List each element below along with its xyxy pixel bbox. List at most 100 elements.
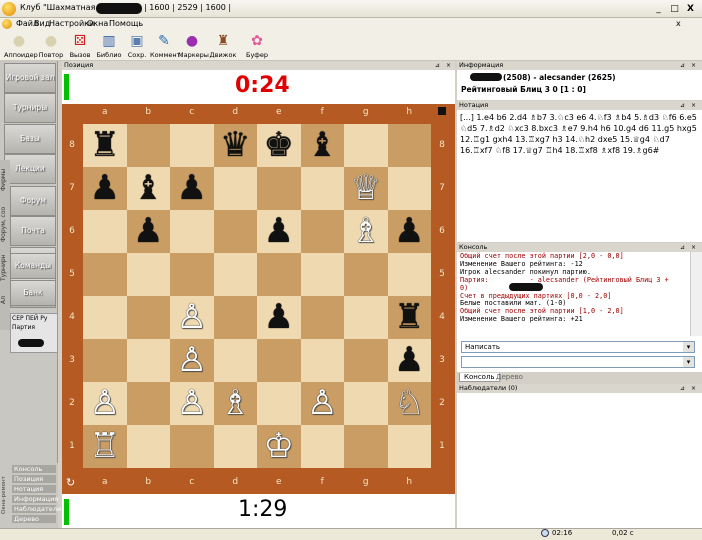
square-c5[interactable]	[170, 253, 214, 296]
black-rook-icon[interactable]: ♜	[388, 296, 432, 339]
white-pawn-icon[interactable]: ♙	[301, 382, 345, 425]
white-knight-icon[interactable]: ♘	[388, 382, 432, 425]
square-f7[interactable]	[300, 167, 344, 210]
square-h1[interactable]	[387, 425, 431, 468]
sidebar-window-link-0[interactable]: Консоль	[12, 465, 56, 474]
square-g1[interactable]	[344, 425, 388, 468]
square-d1[interactable]	[213, 425, 257, 468]
chevron-down-icon[interactable]: ▾	[683, 342, 694, 352]
square-g2[interactable]	[344, 382, 388, 425]
console-scrollbar[interactable]	[690, 252, 702, 336]
flip-board-icon[interactable]: ↻	[66, 477, 78, 489]
square-h8[interactable]	[387, 124, 431, 167]
black-pawn-icon[interactable]: ♟	[388, 210, 432, 253]
black-pawn-icon[interactable]: ♟	[388, 339, 432, 382]
square-a3[interactable]	[83, 339, 127, 382]
close-panel-icon[interactable]: ×	[691, 102, 696, 109]
sidebar-button-9[interactable]: Банк	[10, 280, 56, 306]
square-h7[interactable]	[387, 167, 431, 210]
square-a6[interactable]	[83, 210, 127, 253]
sidebar-window-link-1[interactable]: Позиция	[12, 475, 56, 484]
black-pawn-icon[interactable]: ♟	[257, 296, 301, 339]
message-input[interactable]: ▾	[461, 356, 695, 368]
square-g5[interactable]	[344, 253, 388, 296]
sidebar-window-link-2[interactable]: Нотация	[12, 485, 56, 494]
square-e3[interactable]	[257, 339, 301, 382]
toolbar-button-5[interactable]: ✎ Коммент.	[150, 31, 183, 60]
white-pawn-icon[interactable]: ♙	[170, 296, 214, 339]
close-panel-icon[interactable]: ×	[691, 385, 696, 392]
white-rook-icon[interactable]: ♖	[83, 425, 127, 468]
minimize-button[interactable]: _	[652, 3, 665, 15]
pin-icon[interactable]: ⊿	[680, 102, 685, 109]
menu-windows[interactable]: Окна	[87, 19, 108, 28]
pin-icon[interactable]: ⊿	[435, 62, 440, 69]
sidebar-window-link-3[interactable]: Информация	[12, 495, 58, 504]
close-panel-icon[interactable]: ×	[691, 62, 696, 69]
menu-close-button[interactable]: x	[676, 19, 681, 28]
toolbar-button-1[interactable]: ● Повтор	[38, 31, 64, 60]
pin-icon[interactable]: ⊿	[680, 62, 685, 69]
vtab-al[interactable]: Ал	[0, 288, 10, 312]
square-d5[interactable]	[213, 253, 257, 296]
square-b1[interactable]	[126, 425, 170, 468]
black-king-icon[interactable]: ♚	[257, 124, 301, 167]
black-bishop-icon[interactable]: ♝	[127, 167, 171, 210]
close-panel-icon[interactable]: ×	[446, 62, 451, 69]
sidebar-button-2[interactable]: Базы	[4, 124, 56, 154]
sidebar-button-8[interactable]: Команды	[10, 253, 56, 279]
square-g3[interactable]	[344, 339, 388, 382]
square-f1[interactable]	[300, 425, 344, 468]
square-c6[interactable]	[170, 210, 214, 253]
square-d7[interactable]	[213, 167, 257, 210]
close-button[interactable]: X	[684, 3, 697, 15]
square-b8[interactable]	[126, 124, 170, 167]
pin-icon[interactable]: ⊿	[680, 244, 685, 251]
square-b3[interactable]	[126, 339, 170, 382]
black-pawn-icon[interactable]: ♟	[83, 167, 127, 210]
white-queen-icon[interactable]: ♕	[344, 167, 388, 210]
vtab-tournament[interactable]: Турнирн	[0, 248, 10, 288]
black-pawn-icon[interactable]: ♟	[257, 210, 301, 253]
square-e7[interactable]	[257, 167, 301, 210]
observers-list[interactable]	[457, 393, 702, 529]
notation-text[interactable]: [...] 1.e4 b6 2.d4 ♗b7 3.♘c3 e6 4.♘f3 ♗b…	[457, 110, 702, 242]
toolbar-button-4[interactable]: ▣ Сохр.	[126, 31, 148, 60]
message-type-select[interactable]: Написать ▾	[461, 341, 695, 353]
white-bishop-icon[interactable]: ♗	[214, 382, 258, 425]
square-b5[interactable]	[126, 253, 170, 296]
square-e2[interactable]	[257, 382, 301, 425]
black-bishop-icon[interactable]: ♝	[301, 124, 345, 167]
black-rook-icon[interactable]: ♜	[83, 124, 127, 167]
vtab-forum[interactable]: Форум, соо	[0, 200, 10, 248]
white-pawn-icon[interactable]: ♙	[83, 382, 127, 425]
sidebar-button-3[interactable]: Лекции	[4, 154, 56, 184]
pin-icon[interactable]: ⊿	[680, 385, 685, 392]
sidebar-button-1[interactable]: Турниры	[4, 93, 56, 123]
sidebar-button-5[interactable]: Почта	[10, 216, 56, 246]
sidebar-window-link-5[interactable]: Дерево	[12, 515, 56, 524]
square-f3[interactable]	[300, 339, 344, 382]
square-h5[interactable]	[387, 253, 431, 296]
black-pawn-icon[interactable]: ♟	[127, 210, 171, 253]
white-king-icon[interactable]: ♔	[257, 425, 301, 468]
menu-view[interactable]: Вид	[34, 19, 50, 28]
square-g8[interactable]	[344, 124, 388, 167]
square-f6[interactable]	[300, 210, 344, 253]
square-d6[interactable]	[213, 210, 257, 253]
sidebar-window-link-4[interactable]: Наблюдатели	[12, 505, 61, 514]
sidebar-button-4[interactable]: Форум	[10, 186, 56, 216]
square-b4[interactable]	[126, 296, 170, 339]
square-a5[interactable]	[83, 253, 127, 296]
toolbar-button-0[interactable]: ● Аппоидер	[4, 31, 38, 60]
toolbar-button-7[interactable]: ♜ Движок	[206, 31, 240, 60]
white-bishop-icon[interactable]: ♗	[344, 210, 388, 253]
white-pawn-icon[interactable]: ♙	[170, 339, 214, 382]
square-a4[interactable]	[83, 296, 127, 339]
tab-tree[interactable]: Дерево	[492, 373, 527, 382]
toolbar-button-6[interactable]: ● Маркеры	[178, 31, 209, 60]
square-c1[interactable]	[170, 425, 214, 468]
white-pawn-icon[interactable]: ♙	[170, 382, 214, 425]
square-g4[interactable]	[344, 296, 388, 339]
toolbar-button-8[interactable]: ✿ Буфер	[244, 31, 270, 60]
